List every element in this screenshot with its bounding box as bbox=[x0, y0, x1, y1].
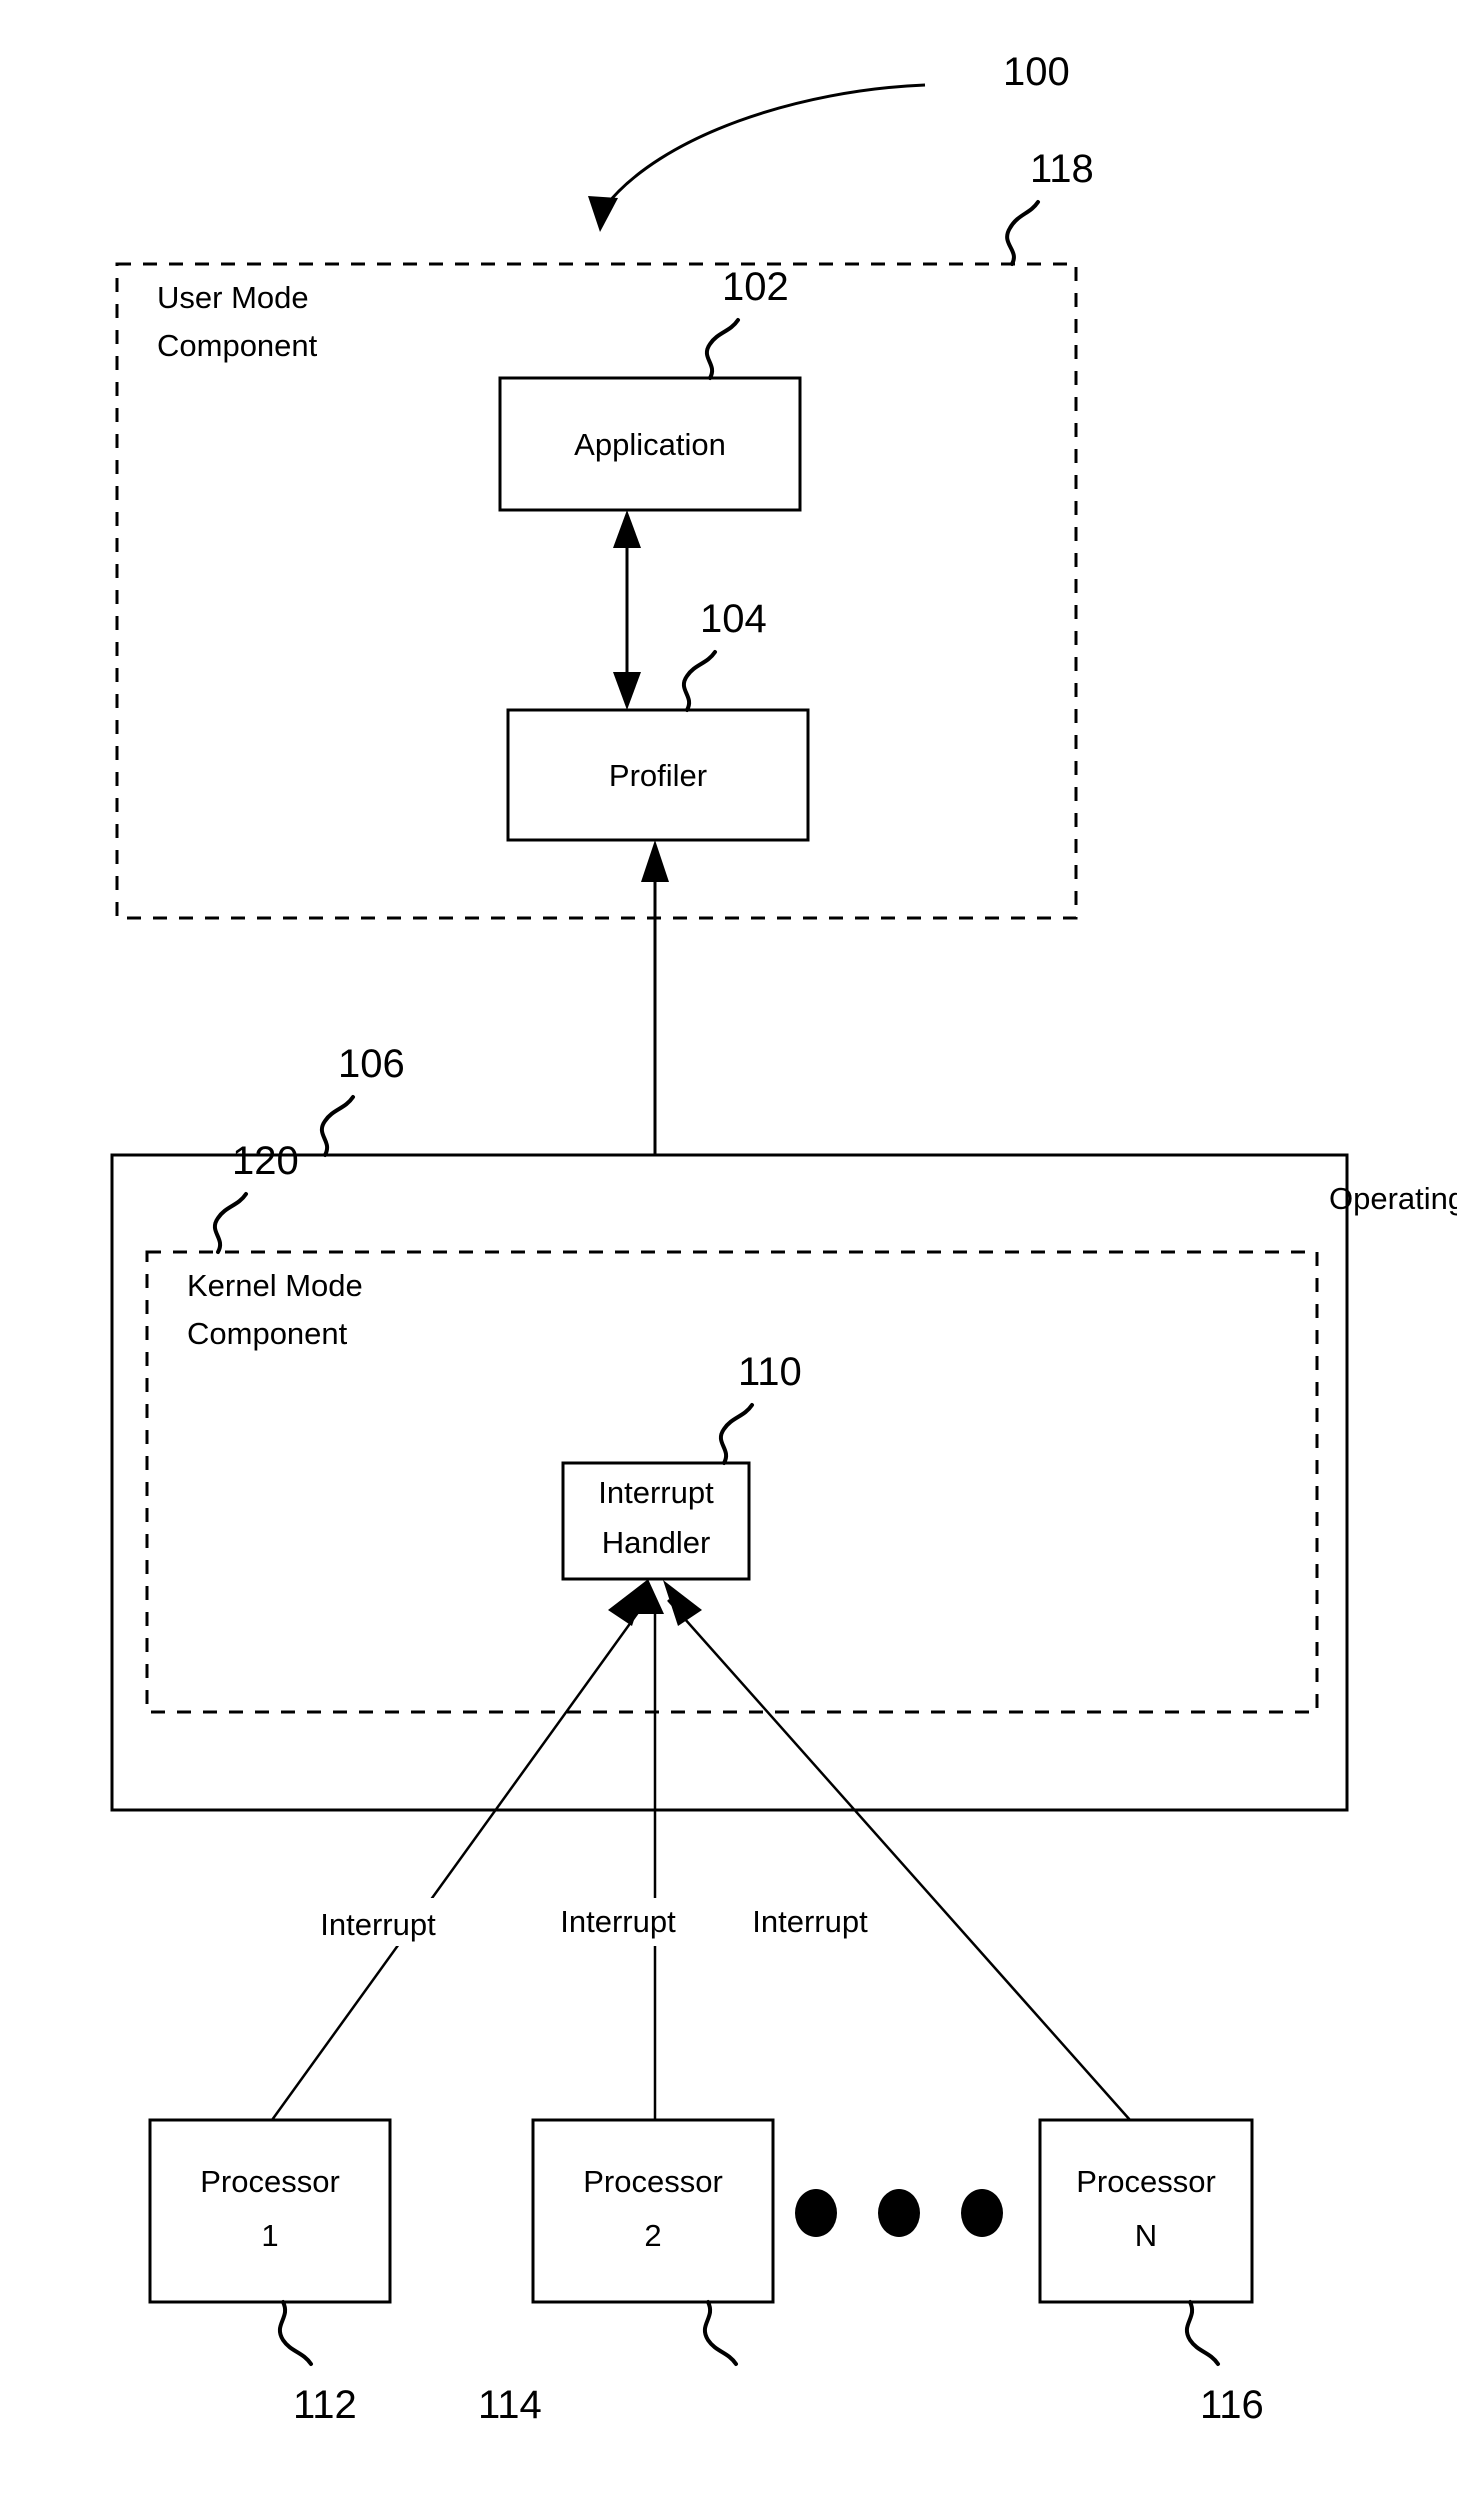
ref-number-116: 116 bbox=[1200, 2383, 1264, 2427]
kernel-mode-label-line1: Kernel Mode bbox=[187, 1268, 363, 1303]
user-mode-label-line2: Component bbox=[157, 328, 318, 363]
leader-line-116 bbox=[1184, 2300, 1220, 2366]
application-profiler-link bbox=[613, 510, 641, 710]
kernel-mode-label-line2: Component bbox=[187, 1316, 348, 1351]
ellipsis-dot-2 bbox=[878, 2189, 920, 2237]
interrupt-label-3: Interrupt bbox=[752, 1904, 868, 1939]
ref-number-106: 106 bbox=[338, 1042, 405, 1086]
leader-line-102 bbox=[704, 318, 740, 380]
leader-line-106 bbox=[319, 1095, 355, 1157]
ellipsis-dot-3 bbox=[961, 2189, 1003, 2237]
processor-n-box[interactable] bbox=[1038, 2118, 1254, 2304]
ref-number-110: 110 bbox=[738, 1350, 802, 1394]
interrupt-label-1: Interrupt bbox=[320, 1907, 436, 1942]
interrupt-handler-label-line2: Handler bbox=[602, 1525, 711, 1560]
application-label: Application bbox=[574, 427, 726, 462]
operating-system-region: Operating System 106 bbox=[110, 1042, 1457, 1812]
ellipsis-dots bbox=[795, 2189, 1003, 2237]
processor-n-block[interactable]: Processor N 116 bbox=[1038, 2118, 1264, 2427]
ref-number-100: 100 bbox=[1003, 50, 1070, 94]
leader-line-118 bbox=[1005, 200, 1040, 266]
interrupt-edge-labels: Interrupt Interrupt Interrupt bbox=[283, 1898, 883, 1946]
processor-2-box[interactable] bbox=[531, 2118, 775, 2304]
processor-1-box[interactable] bbox=[148, 2118, 392, 2304]
processor-1-block[interactable]: Processor 1 112 bbox=[148, 2118, 392, 2427]
processor-n-label-line2: N bbox=[1135, 2218, 1157, 2253]
profiler-label: Profiler bbox=[609, 758, 707, 793]
application-block[interactable]: Application 102 bbox=[498, 265, 802, 512]
processor-2-label-line2: 2 bbox=[644, 2218, 661, 2253]
ref-number-118: 118 bbox=[1030, 147, 1094, 191]
ellipsis-dot-1 bbox=[795, 2189, 837, 2237]
leader-line-104 bbox=[681, 650, 717, 712]
ref-number-112: 112 bbox=[293, 2383, 357, 2427]
interrupt-label-2: Interrupt bbox=[560, 1904, 676, 1939]
leader-line-112 bbox=[277, 2300, 313, 2366]
user-mode-label-line1: User Mode bbox=[157, 280, 309, 315]
ref-number-120: 120 bbox=[232, 1139, 299, 1183]
processor-1-label-line1: Processor bbox=[200, 2164, 340, 2199]
profiler-block[interactable]: Profiler 104 bbox=[506, 597, 810, 842]
processor-n-label-line1: Processor bbox=[1076, 2164, 1216, 2199]
operating-system-label: Operating System bbox=[1329, 1181, 1457, 1216]
figure-callout-100: 100 bbox=[588, 50, 1070, 232]
processor-2-block[interactable]: Processor 2 114 bbox=[478, 2118, 775, 2427]
processor-1-label-line2: 1 bbox=[261, 2218, 278, 2253]
processor-2-label-line1: Processor bbox=[583, 2164, 723, 2199]
ref-number-104: 104 bbox=[700, 597, 767, 641]
ref-number-102: 102 bbox=[722, 265, 789, 309]
figure-canvas: 100 User Mode Component 118 Application … bbox=[0, 0, 1457, 2519]
interrupt-handler-label-line1: Interrupt bbox=[598, 1475, 714, 1510]
block-diagram: 100 User Mode Component 118 Application … bbox=[110, 50, 1457, 2427]
leader-line-114 bbox=[702, 2300, 738, 2366]
ref-number-114: 114 bbox=[478, 2383, 542, 2427]
